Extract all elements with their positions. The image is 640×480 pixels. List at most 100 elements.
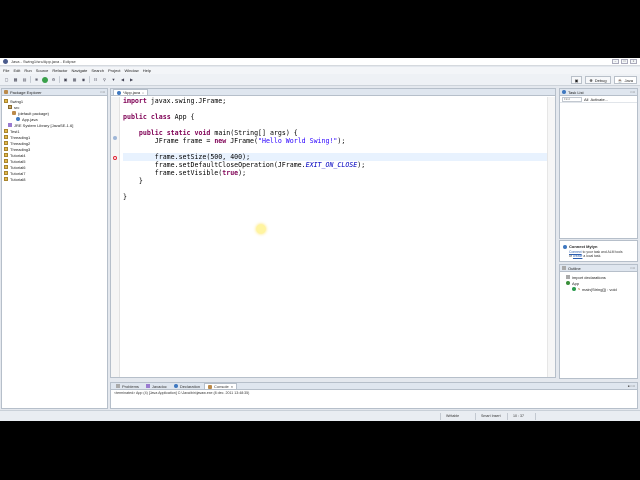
code-text: ); [238,169,247,177]
menu-refactor[interactable]: Refactor [52,68,67,73]
window-controls: – □ × [612,59,637,64]
outline-tree: import declarations App Smain(String[]) … [560,272,637,294]
tree-item-label: Tutorial5 [10,158,26,164]
close-tab-icon[interactable]: × [142,91,144,95]
new-icon[interactable]: ▢ [3,76,10,83]
outline-tab[interactable]: Outline □ □ [560,265,637,272]
outline-view: Outline □ □ import declarations App Smai… [559,264,638,379]
project-icon [4,99,8,103]
fold-marker-icon[interactable] [113,136,117,140]
toolbar-separator [89,76,90,83]
new-package-icon[interactable]: ▦ [71,76,78,83]
view-controls[interactable]: □ □ [631,266,635,270]
save-icon[interactable]: ▩ [12,76,19,83]
create-task-link[interactable]: create [573,254,582,258]
open-perspective-button[interactable]: ▣ [570,76,583,84]
keyword: void [194,129,211,137]
tab-problems[interactable]: Problems [113,383,142,389]
editor-tab-bar: *App.java × [111,89,555,96]
java-perspective-label: Java [624,77,633,83]
debug-perspective-button[interactable]: ❋ Debug [585,76,611,84]
all-filter[interactable]: All [584,97,588,102]
code-line: } [123,177,547,185]
code-line: frame.setVisible(true); [123,169,547,177]
tab-declaration[interactable]: Declaration [171,383,203,389]
source-folder-icon [8,105,12,109]
new-class-icon[interactable]: ◉ [80,76,87,83]
problems-icon [116,384,120,388]
run-icon[interactable] [42,76,48,83]
external-tools-icon[interactable]: ⚙ [50,76,57,83]
package-explorer-tab[interactable]: Package Explorer □ □ [2,89,107,96]
menu-window[interactable]: Window [124,68,138,73]
code-line: JFrame frame = new JFrame("Hello World S… [123,137,547,145]
menu-navigate[interactable]: Navigate [72,68,88,73]
view-controls[interactable]: □ □ [631,90,635,94]
task-list-view: Task List □ □ Find All Activate... [559,88,638,239]
package-explorer: Package Explorer □ □ Swing1 src (default p… [1,88,108,409]
warning-marker-icon[interactable] [113,156,117,160]
console-controls[interactable]: ■ □ □ [628,384,635,388]
editor-gutter[interactable] [111,97,120,377]
java-perspective-icon: ☕ [617,77,623,83]
tab-label: Console [214,384,229,389]
console-icon [208,384,213,389]
keyword: static [166,129,191,137]
menu-source[interactable]: Source [36,68,49,73]
status-divider [475,413,476,420]
next-annotation-icon[interactable]: ▼ [110,76,117,83]
menu-run[interactable]: Run [24,68,31,73]
debug-icon[interactable]: ❋ [33,76,40,83]
menu-edit[interactable]: Edit [13,68,20,73]
menu-file[interactable]: File [3,68,9,73]
tab-javadoc[interactable]: Javadoc [143,383,170,389]
window-title: Java - Swing1/src/App.java - Eclipse [11,59,76,64]
mylyn-title: Connect Mylyn [569,244,598,249]
imports-icon [566,275,570,279]
keyword: true [222,169,239,177]
search-icon[interactable]: ⚲ [101,76,108,83]
class-icon [566,281,570,285]
new-java-project-icon[interactable]: ▣ [62,76,69,83]
java-file-icon [16,117,20,121]
keyword: public [138,129,163,137]
editor-vertical-scrollbar[interactable] [547,97,555,377]
print-icon[interactable]: ▤ [21,76,28,83]
outline-icon [562,266,566,270]
task-find-input[interactable]: Find [562,96,582,102]
source-code[interactable]: import javax.swing.JFrame; public class … [123,97,547,201]
task-list-tab[interactable]: Task List □ □ [560,89,637,96]
java-perspective-button[interactable]: ☕ Java [613,76,637,84]
javadoc-icon [145,384,150,388]
bottom-panel: Problems Javadoc Declaration Console × ■ … [110,382,638,409]
tab-console[interactable]: Console × [204,383,238,389]
view-controls[interactable]: □ □ [101,90,105,94]
outline-item-method[interactable]: Smain(String[]) : void [562,286,635,292]
close-tab-icon[interactable]: × [231,384,233,389]
minimize-button[interactable]: – [612,59,619,64]
task-list-title: Task List [568,89,584,95]
menu-search[interactable]: Search [91,68,104,73]
tab-label: Declaration [179,383,201,389]
package-explorer-icon [4,90,8,94]
code-text: main(String[] args) { [210,129,298,137]
code-text: ); [357,161,366,169]
java-file-icon [117,90,121,95]
maximize-button[interactable]: □ [621,59,628,64]
forward-icon[interactable]: ▶ [128,76,135,83]
menu-help[interactable]: Help [143,68,151,73]
toolbar-separator [59,76,60,83]
editor-tab-app-java[interactable]: *App.java × [113,89,148,95]
close-button[interactable]: × [630,59,637,64]
menu-project[interactable]: Project [108,68,120,73]
tree-item[interactable]: Tutorial8 [4,176,105,182]
task-list-toolbar: Find All Activate... [560,96,637,103]
code-line: } [123,193,547,201]
activate-link[interactable]: Activate... [590,97,608,102]
back-icon[interactable]: ◀ [119,76,126,83]
open-type-icon[interactable]: ☷ [92,76,99,83]
open-perspective-icon: ▣ [574,77,579,83]
bottom-tab-bar: Problems Javadoc Declaration Console × ■ … [111,383,637,390]
project-tree: Swing1 src (default package) App.java JRE Sy… [2,96,107,184]
